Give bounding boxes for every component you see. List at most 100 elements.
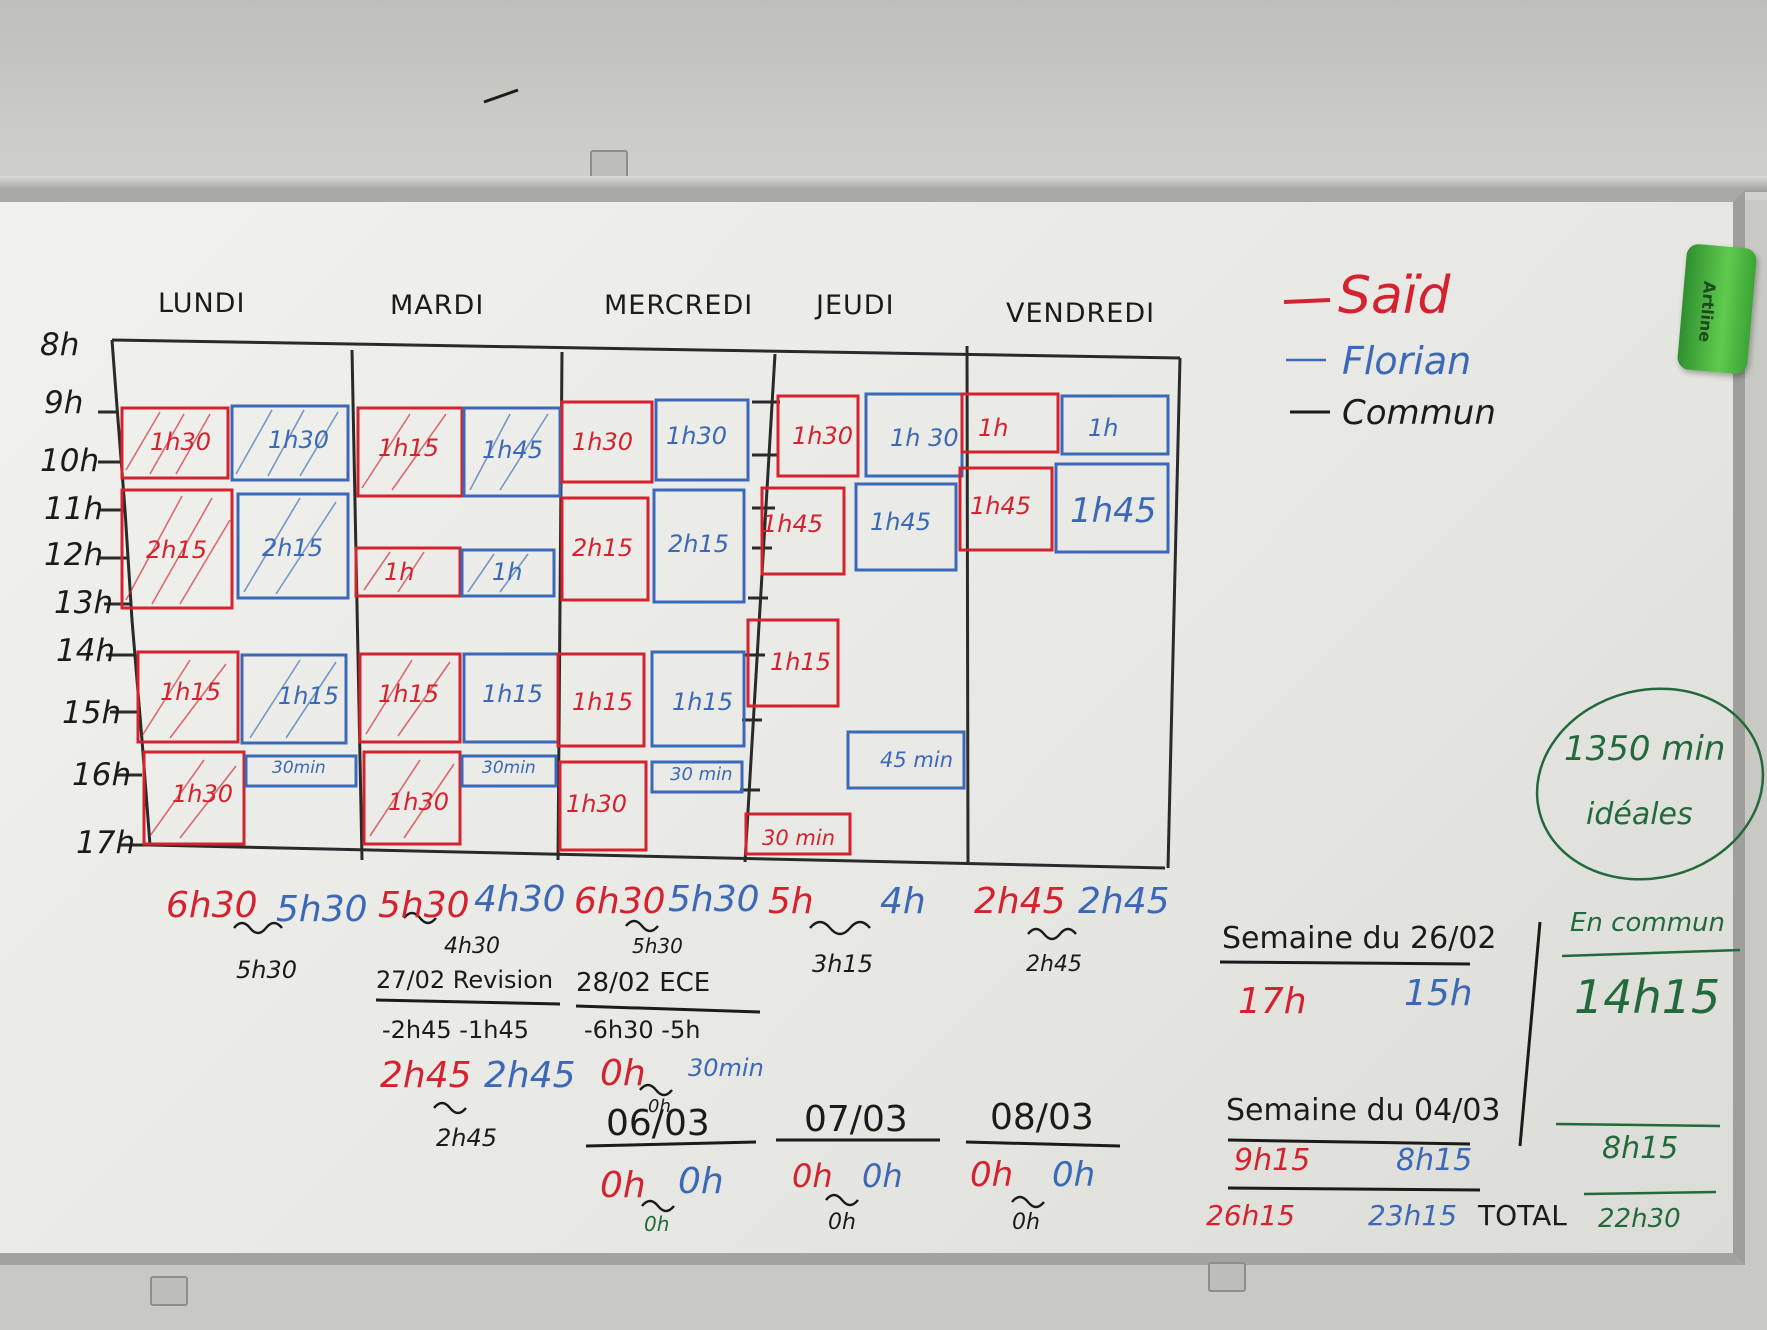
date-07-03-florian: 0h — [862, 1157, 903, 1195]
total-mardi-said: 5h30 — [378, 885, 470, 926]
mardi-florian-1: 1h45 — [482, 436, 544, 464]
week2-florian: 8h15 — [1396, 1143, 1473, 1178]
lundi-said-1: 1h30 — [150, 428, 212, 456]
exception-revision-title: 27/02 Revision — [376, 966, 554, 994]
hour-label: 12h — [44, 537, 104, 573]
mercredi-said-1: 1h30 — [572, 428, 634, 456]
hour-label: 8h — [40, 327, 80, 363]
ideal-label: idéales — [1586, 797, 1693, 832]
day-header-lundi: LUNDI — [158, 288, 246, 319]
lundi-florian-3: 1h15 — [278, 682, 340, 710]
total-mercredi-commun: 5h30 — [632, 934, 683, 958]
legend-said-line — [1283, 298, 1331, 304]
total-mardi-commun: 4h30 — [444, 934, 500, 959]
legend-florian: Florian — [1342, 339, 1472, 383]
mercredi-florian-3: 1h15 — [672, 688, 734, 716]
hour-label: 14h — [56, 633, 116, 669]
hour-label: 13h — [54, 585, 114, 621]
total-vendredi-florian: 2h45 — [1078, 881, 1170, 922]
vendredi-said-1: 1h — [978, 414, 1009, 442]
day-header-vendredi: VENDREDI — [1006, 298, 1156, 329]
total-jeudi-said: 5h — [768, 881, 814, 922]
exception-ece-deduction: -6h30 -5h — [584, 1016, 701, 1044]
vendredi-said-block-1 — [960, 392, 1060, 454]
date-06-03-florian: 0h — [678, 1161, 724, 1202]
lundi-said-2: 2h15 — [146, 536, 208, 564]
exception-revision-commun: 2h45 — [436, 1124, 498, 1152]
mercredi-florian-1: 1h30 — [666, 422, 728, 450]
jeudi-said-4: 30 min — [762, 826, 835, 850]
lundi-florian-2: 2h15 — [262, 534, 324, 562]
date-08-03-commun: 0h — [1012, 1210, 1040, 1235]
mardi-florian-3: 1h15 — [482, 680, 544, 708]
commun-week2: 8h15 — [1602, 1131, 1679, 1166]
hour-label: 15h — [62, 695, 122, 731]
day-header-mercredi: MERCREDI — [604, 290, 754, 321]
grid-bottom-line — [149, 843, 1166, 870]
grid-right-line — [1166, 357, 1182, 869]
total-vendredi-commun: 2h45 — [1026, 952, 1082, 977]
total-mardi-florian: 4h30 — [474, 879, 566, 920]
date-08-03-said: 0h — [970, 1155, 1014, 1195]
total-mercredi-florian: 5h30 — [668, 879, 760, 920]
mardi-florian-4: 30min — [482, 758, 536, 778]
mardi-said-3: 1h15 — [378, 680, 440, 708]
date-07-03: 07/03 — [804, 1099, 908, 1140]
mercredi-said-2: 2h15 — [572, 534, 634, 562]
date-08-03-florian: 0h — [1052, 1155, 1096, 1195]
vendredi-florian-2: 1h45 — [1070, 491, 1157, 531]
jeudi-said-2: 1h45 — [762, 510, 824, 538]
hour-label: 11h — [44, 491, 104, 527]
mercredi-florian-2: 2h15 — [668, 530, 730, 558]
total-lundi-florian: 5h30 — [276, 889, 368, 930]
lundi-florian-1: 1h30 — [268, 426, 330, 454]
mardi-said-1: 1h15 — [378, 434, 440, 462]
total-jeudi-commun: 3h15 — [812, 950, 874, 978]
total-jeudi-florian: 4h — [880, 881, 926, 922]
hour-label: 9h — [44, 385, 84, 421]
legend-said: Saïd — [1338, 266, 1451, 326]
ideal-minutes: 1350 min — [1564, 729, 1726, 769]
lundi-said-3: 1h15 — [160, 678, 222, 706]
lundi-said-4: 1h30 — [172, 780, 234, 808]
total-commun: 22h30 — [1598, 1204, 1681, 1234]
commun-label: En commun — [1570, 908, 1725, 938]
total-mercredi-said: 6h30 — [574, 881, 666, 922]
commun-week1: 14h15 — [1574, 970, 1721, 1024]
date-07-03-commun: 0h — [828, 1210, 856, 1235]
ideal-circle — [1535, 687, 1765, 881]
total-label: TOTAL — [1478, 1199, 1567, 1232]
date-06-03-said: 0h — [600, 1165, 646, 1206]
week2-said: 9h15 — [1234, 1143, 1311, 1178]
exception-ece-said: 0h — [600, 1053, 646, 1094]
week1-label: Semaine du 26/02 — [1222, 921, 1497, 956]
total-said: 26h15 — [1206, 1199, 1296, 1232]
jeudi-said-1: 1h30 — [792, 422, 854, 450]
mardi-florian-2: 1h — [492, 558, 523, 586]
hour-label: 10h — [40, 443, 100, 479]
vendredi-florian-1: 1h — [1088, 414, 1119, 442]
jeudi-florian-4: 45 min — [880, 748, 953, 772]
day-header-mardi: MARDI — [390, 290, 485, 321]
date-08-03: 08/03 — [990, 1097, 1094, 1138]
exception-ece-title: 28/02 ECE — [576, 968, 711, 998]
jeudi-said-3: 1h15 — [770, 648, 832, 676]
mardi-said-2: 1h — [384, 558, 415, 586]
hour-label: 16h — [72, 757, 132, 793]
legend-commun: Commun — [1342, 393, 1496, 433]
schedule-grid — [98, 338, 1182, 870]
total-vendredi-said: 2h45 — [974, 881, 1066, 922]
total-lundi-said: 6h30 — [166, 885, 258, 926]
mercredi-said-4: 1h30 — [566, 790, 628, 818]
date-06-03-commun: 0h — [644, 1212, 670, 1236]
grid-top-line — [111, 338, 1181, 360]
week1-said: 17h — [1238, 981, 1307, 1022]
divider-vendredi — [965, 345, 970, 863]
exception-revision-said: 2h45 — [380, 1055, 472, 1096]
total-lundi-commun: 5h30 — [236, 956, 298, 984]
date-07-03-said: 0h — [792, 1157, 833, 1195]
pen-mark — [483, 88, 519, 104]
lundi-florian-4: 30min — [272, 758, 326, 778]
exception-revision-florian: 2h45 — [484, 1055, 576, 1096]
jeudi-florian-2: 1h45 — [870, 508, 932, 536]
